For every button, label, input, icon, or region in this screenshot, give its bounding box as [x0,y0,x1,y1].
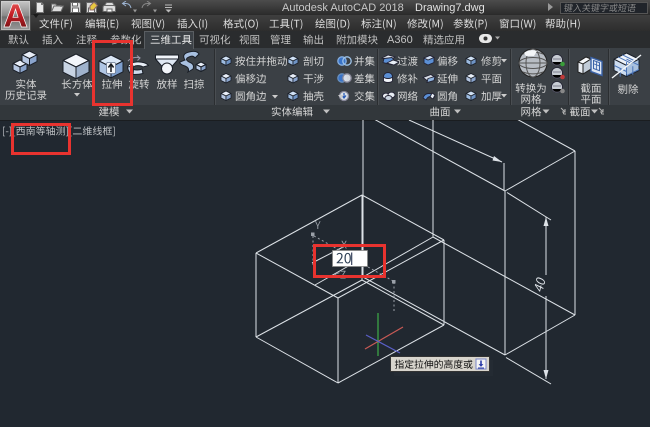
svg-text:Autodesk AutoCAD 2018: Autodesk AutoCAD 2018 [282,2,404,14]
svg-text:A360: A360 [387,34,413,46]
svg-text:Drawing7.dwg: Drawing7.dwg [415,2,485,14]
